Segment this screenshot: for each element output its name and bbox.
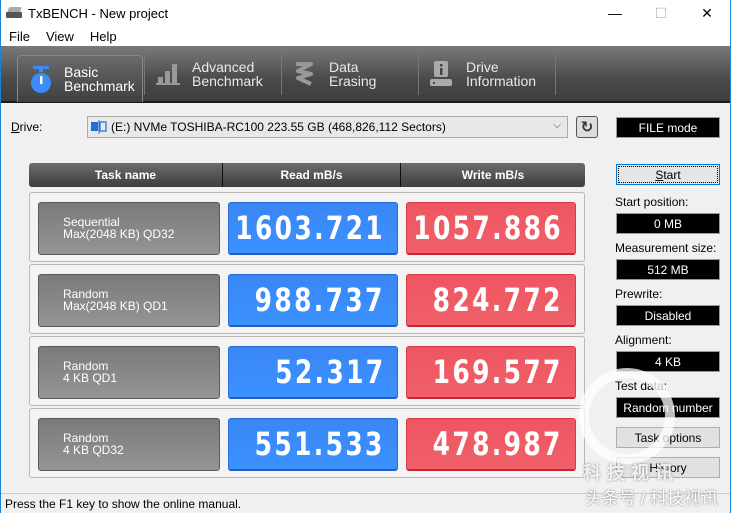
prewrite-field[interactable]: Disabled xyxy=(616,305,720,326)
task-button[interactable]: Random 4 KB QD32 xyxy=(38,418,220,471)
result-row: Random 4 KB QD1 52.317 169.577 xyxy=(29,336,585,406)
write-value: 1057.886 xyxy=(413,209,563,247)
header-write: Write mB/s xyxy=(461,168,525,182)
start-position-field[interactable]: 0 MB xyxy=(616,213,720,234)
menu-view[interactable]: View xyxy=(38,29,82,44)
read-value: 52.317 xyxy=(274,353,385,391)
read-result: 1603.721 xyxy=(228,202,398,255)
prewrite-label: Prewrite: xyxy=(615,287,663,301)
write-result: 478.987 xyxy=(406,418,576,471)
task-button[interactable]: Sequential Max(2048 KB) QD32 xyxy=(38,202,220,255)
drive-device-icon xyxy=(91,120,107,134)
toolbar-separator xyxy=(555,52,556,95)
read-result: 52.317 xyxy=(228,346,398,399)
write-result: 1057.886 xyxy=(406,202,576,255)
drive-label: Drive: xyxy=(11,120,42,134)
tab-label-line1: Data Erasing xyxy=(329,58,377,89)
refresh-drives-button[interactable]: ↻ xyxy=(576,116,598,138)
header-read: Read mB/s xyxy=(223,163,401,187)
write-result: 824.772 xyxy=(406,274,576,327)
start-accesskey: S xyxy=(655,167,664,182)
drive-label-text: rive: xyxy=(19,120,43,134)
result-row: Sequential Max(2048 KB) QD32 1603.721 10… xyxy=(29,192,585,262)
task-name-line2: 4 KB QD1 xyxy=(63,371,118,385)
drive-selected-value: (E:) NVMe TOSHIBA-RC100 223.55 GB (468,8… xyxy=(111,120,446,134)
results-header: Task name Read mB/s Write mB/s xyxy=(29,163,585,187)
tab-drive-information[interactable]: Drive Information xyxy=(420,52,554,96)
start-button[interactable]: Start xyxy=(616,164,720,185)
toolbar-separator xyxy=(418,52,419,95)
toolbar-separator xyxy=(281,52,282,95)
start-position-label: Start position: xyxy=(615,195,689,209)
stopwatch-icon xyxy=(28,66,54,93)
menu-bar: File View Help xyxy=(1,26,730,46)
bar-chart-icon xyxy=(156,61,182,87)
title-bar: TxBENCH - New project — ☐ ✕ xyxy=(1,0,730,26)
tab-basic-benchmark[interactable]: Basic Benchmark xyxy=(17,55,143,102)
read-value: 1603.721 xyxy=(235,209,385,247)
refresh-icon: ↻ xyxy=(580,119,594,136)
read-result: 551.533 xyxy=(228,418,398,471)
task-button[interactable]: Random 4 KB QD1 xyxy=(38,346,220,399)
task-name-line2: Max(2048 KB) QD1 xyxy=(63,299,168,313)
result-row: Random 4 KB QD32 551.533 478.987 xyxy=(29,408,585,478)
write-value: 824.772 xyxy=(432,281,563,319)
tab-label-line1: Drive xyxy=(466,58,499,75)
write-value: 478.987 xyxy=(432,425,563,463)
tab-label-line1: Basic xyxy=(64,64,99,80)
task-button[interactable]: Random Max(2048 KB) QD1 xyxy=(38,274,220,327)
mode-indicator: FILE mode xyxy=(616,117,720,138)
status-message: Press the F1 key to show the online manu… xyxy=(5,497,242,511)
task-name-line2: Max(2048 KB) QD32 xyxy=(63,227,175,241)
drive-dropdown[interactable]: (E:) NVMe TOSHIBA-RC100 223.55 GB (468,8… xyxy=(87,116,568,138)
app-logo-icon xyxy=(6,7,23,19)
tab-label-line2: Benchmark xyxy=(192,72,263,89)
watermark-caption: 头条号 / 科技视讯 xyxy=(584,489,718,508)
start-label: tart xyxy=(663,167,681,182)
close-button[interactable]: ✕ xyxy=(684,0,730,26)
watermark-logo-icon xyxy=(579,368,675,464)
main-toolbar: Basic Benchmark Advanced Benchmark Data … xyxy=(1,46,730,103)
result-row: Random Max(2048 KB) QD1 988.737 824.772 xyxy=(29,264,585,334)
app-window: TxBENCH - New project — ☐ ✕ File View He… xyxy=(0,0,731,513)
measurement-size-field[interactable]: 512 MB xyxy=(616,259,720,280)
eraser-icon xyxy=(293,61,319,87)
header-task-name: Task name xyxy=(29,163,223,187)
menu-file[interactable]: File xyxy=(1,29,38,44)
menu-help[interactable]: Help xyxy=(82,29,125,44)
alignment-label: Alignment: xyxy=(615,333,672,347)
measurement-size-label: Measurement size: xyxy=(615,241,717,255)
minimize-button[interactable]: — xyxy=(592,0,638,26)
window-controls: — ☐ ✕ xyxy=(592,0,730,26)
tab-label-line2: Benchmark xyxy=(64,78,135,94)
chevron-down-icon: ⌵ xyxy=(553,120,561,131)
task-name-line2: 4 KB QD32 xyxy=(63,443,124,457)
drive-label-accesskey: D xyxy=(11,120,20,134)
read-value: 988.737 xyxy=(254,281,385,319)
write-result: 169.577 xyxy=(406,346,576,399)
tab-data-erasing[interactable]: Data Erasing xyxy=(283,52,417,96)
maximize-button[interactable]: ☐ xyxy=(638,0,684,26)
tab-label-line2: Information xyxy=(466,72,537,89)
watermark-logo-text: 科技视讯 xyxy=(583,463,679,483)
toolbar-separator xyxy=(144,52,145,95)
window-title: TxBENCH - New project xyxy=(28,5,169,21)
tab-advanced-benchmark[interactable]: Advanced Benchmark xyxy=(146,52,280,96)
read-result: 988.737 xyxy=(228,274,398,327)
drive-info-icon xyxy=(430,60,456,87)
write-value: 169.577 xyxy=(432,353,563,391)
tab-label-line1: Advanced xyxy=(192,58,255,75)
read-value: 551.533 xyxy=(254,425,385,463)
